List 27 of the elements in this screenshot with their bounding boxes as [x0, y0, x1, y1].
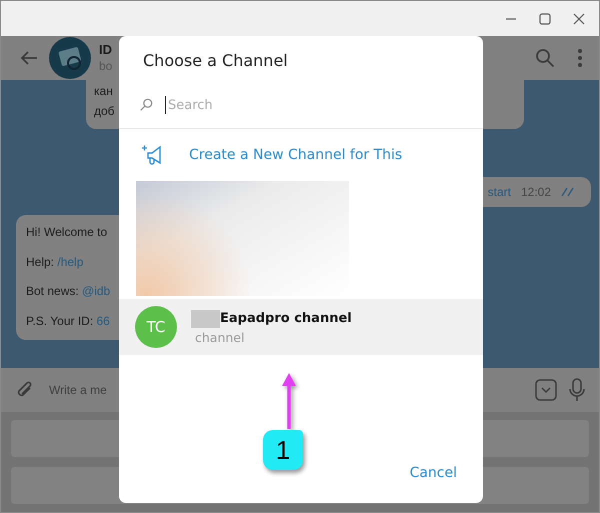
search-icon [139, 98, 153, 112]
message-text: Bot news: @idb [26, 284, 110, 300]
step-badge: 1 [263, 430, 303, 470]
microphone-icon[interactable] [569, 378, 585, 402]
channel-type: channel [195, 330, 246, 344]
redaction-box [191, 310, 220, 328]
message-text: доб [94, 104, 115, 120]
message-text: Help: /help [26, 254, 84, 270]
close-icon[interactable] [573, 12, 585, 24]
message-text: кан [94, 84, 113, 100]
chat-title: ID [99, 42, 112, 59]
channel-avatar: TC [135, 306, 177, 348]
cancel-button[interactable]: Cancel [406, 461, 461, 485]
create-channel-button[interactable]: Create a New Channel for This [189, 147, 402, 163]
bot-avatar-icon[interactable] [49, 37, 91, 79]
annotation-arrow [281, 372, 297, 430]
dialog-title: Choose a Channel [143, 51, 288, 70]
maximize-icon[interactable] [539, 12, 551, 24]
message-time: 12:02 [520, 185, 551, 200]
more-icon[interactable] [577, 48, 583, 68]
channel-name: Eapadpro channel [220, 311, 352, 326]
channel-item[interactable]: TC Eapadpro channel channel [119, 299, 483, 355]
message-text: start [488, 185, 511, 200]
sticker-icon[interactable] [535, 379, 557, 401]
message-text: Hi! Welcome to [26, 225, 108, 241]
search-icon[interactable] [535, 48, 555, 68]
message-text: P.S. Your ID: 66 [26, 314, 110, 330]
